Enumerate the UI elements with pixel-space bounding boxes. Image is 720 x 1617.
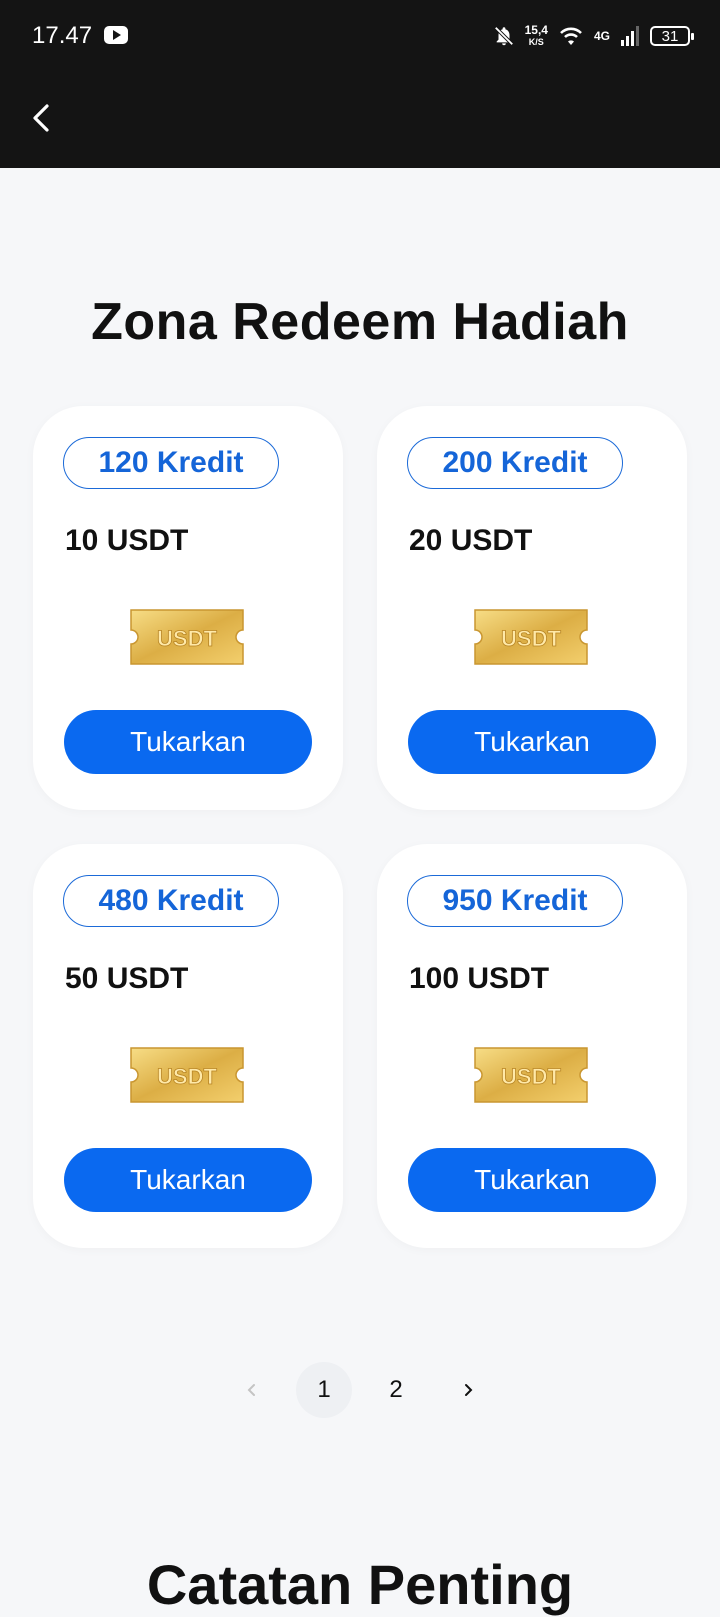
reward-amount: 10 USDT bbox=[65, 524, 189, 557]
credit-cost-badge: 120 Kredit bbox=[63, 437, 279, 489]
svg-text:USDT: USDT bbox=[501, 1064, 561, 1089]
network-type: 4G bbox=[593, 29, 610, 43]
svg-text:USDT: USDT bbox=[157, 626, 217, 651]
reward-card: 120 Kredit 10 USDT USDT Tukarkan bbox=[33, 406, 343, 810]
reward-amount: 20 USDT bbox=[409, 524, 533, 557]
svg-text:USDT: USDT bbox=[157, 1064, 217, 1089]
prev-page-button[interactable] bbox=[224, 1362, 280, 1418]
app-bar bbox=[0, 72, 720, 168]
bell-muted-icon bbox=[494, 26, 514, 46]
reward-amount: 100 USDT bbox=[409, 962, 550, 995]
credit-cost-badge: 950 Kredit bbox=[407, 875, 623, 927]
network-speed: 15,4 K/S bbox=[524, 23, 548, 47]
signal-icon bbox=[621, 26, 639, 46]
chevron-right-icon bbox=[465, 1384, 473, 1396]
usdt-ticket-icon: USDT bbox=[130, 1047, 244, 1103]
credit-cost-badge: 200 Kredit bbox=[407, 437, 623, 489]
credit-cost-badge: 480 Kredit bbox=[63, 875, 279, 927]
youtube-notification-icon bbox=[104, 26, 128, 44]
reward-card: 200 Kredit 20 USDT USDT Tukarkan bbox=[377, 406, 687, 810]
next-page-button[interactable] bbox=[440, 1362, 496, 1418]
status-time: 17.47 bbox=[32, 22, 93, 49]
reward-card: 480 Kredit 50 USDT USDT Tukarkan bbox=[33, 844, 343, 1248]
usdt-ticket-icon: USDT bbox=[130, 609, 244, 665]
reward-amount: 50 USDT bbox=[65, 962, 189, 995]
page-title: Zona Redeem Hadiah bbox=[91, 293, 629, 351]
svg-text:USDT: USDT bbox=[501, 626, 561, 651]
usdt-ticket-icon: USDT bbox=[474, 609, 588, 665]
notes-heading: Catatan Penting bbox=[146, 1553, 574, 1616]
wifi-icon bbox=[560, 27, 582, 45]
battery-indicator: 31 bbox=[650, 26, 694, 46]
redeem-button[interactable]: Tukarkan bbox=[408, 710, 656, 774]
chevron-left-icon bbox=[247, 1384, 255, 1396]
redeem-button[interactable]: Tukarkan bbox=[408, 1148, 656, 1212]
reward-card: 950 Kredit 100 USDT USDT Tukarkan bbox=[377, 844, 687, 1248]
back-arrow-icon[interactable] bbox=[22, 98, 62, 138]
status-bar: 17.47 15,4 K/S 4G 31 bbox=[0, 0, 720, 72]
redeem-button[interactable]: Tukarkan bbox=[64, 1148, 312, 1212]
usdt-ticket-icon: USDT bbox=[474, 1047, 588, 1103]
redeem-button[interactable]: Tukarkan bbox=[64, 710, 312, 774]
page-number-1[interactable]: 1 bbox=[296, 1362, 352, 1418]
pagination: 1 2 bbox=[0, 1362, 720, 1418]
page-number-2[interactable]: 2 bbox=[368, 1362, 424, 1418]
